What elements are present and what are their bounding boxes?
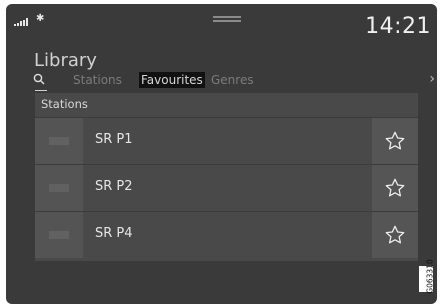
star-outline-icon bbox=[385, 178, 405, 197]
favourite-button[interactable] bbox=[372, 165, 418, 211]
tab-favourites[interactable]: Favourites bbox=[139, 72, 205, 88]
status-bar: ✱ 14:21 bbox=[6, 4, 437, 44]
star-outline-icon bbox=[385, 225, 405, 244]
figure-code-label: G063310 bbox=[419, 259, 435, 294]
page-title: Library bbox=[34, 50, 97, 71]
station-name: SR P1 bbox=[95, 132, 133, 147]
list-item[interactable]: SR P1 bbox=[35, 117, 418, 164]
active-tab-indicator bbox=[35, 90, 47, 91]
favourite-button[interactable] bbox=[372, 118, 418, 164]
screen: ✱ 14:21 Library Stations Favourites Genr… bbox=[6, 4, 437, 304]
clock: 14:21 bbox=[365, 14, 431, 39]
favourite-button[interactable] bbox=[372, 212, 418, 258]
station-name: SR P4 bbox=[95, 226, 133, 241]
station-list: Stations SR P1 SR P2 SR P4 bbox=[35, 93, 418, 261]
chevron-right-icon[interactable]: › bbox=[429, 71, 435, 87]
station-thumbnail bbox=[35, 212, 83, 258]
section-header: Stations bbox=[41, 97, 88, 111]
pull-down-handle[interactable] bbox=[213, 16, 241, 22]
list-item[interactable]: SR P4 bbox=[35, 211, 418, 258]
star-outline-icon bbox=[385, 131, 405, 150]
search-icon[interactable] bbox=[33, 73, 45, 85]
station-thumbnail bbox=[35, 118, 83, 164]
signal-bars-icon bbox=[14, 18, 30, 26]
station-name: SR P2 bbox=[95, 179, 133, 194]
tab-bar: Stations Favourites Genres › bbox=[33, 71, 435, 89]
bluetooth-icon: ✱ bbox=[36, 13, 45, 24]
tab-genres[interactable]: Genres bbox=[209, 72, 256, 88]
tab-stations[interactable]: Stations bbox=[71, 72, 124, 88]
station-thumbnail bbox=[35, 165, 83, 211]
list-item[interactable]: SR P2 bbox=[35, 164, 418, 211]
